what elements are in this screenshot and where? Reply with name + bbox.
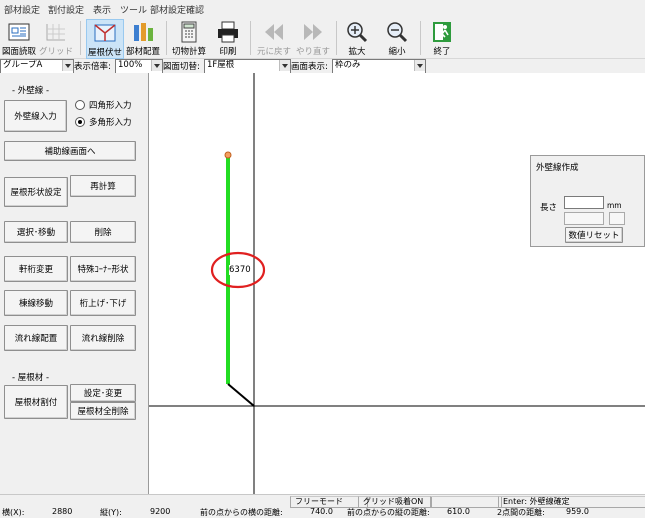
zoom-out-icon <box>387 22 408 43</box>
menu-member-check[interactable]: 部材設定確認 <box>150 3 204 16</box>
toolbar-separator <box>250 21 251 55</box>
redo-icon <box>304 24 322 40</box>
toolbar: 図面読取 グリッド 屋根伏せ 部材配置 切物計算 印刷 元に戻す やり直す 拡大… <box>0 17 645 59</box>
printer-icon <box>218 21 238 43</box>
rubber-band-line <box>227 383 255 407</box>
dx-value: 740.0 <box>310 507 333 516</box>
special-corner-button[interactable]: 特殊ｺｰﾅｰ形状 <box>70 256 136 282</box>
toolbar-separator <box>336 21 337 55</box>
zoom-in-icon <box>347 22 368 43</box>
grid-icon <box>46 24 65 41</box>
roof-material-title: - 屋根材 - <box>12 373 50 383</box>
value-reset-button[interactable]: 数値リセット <box>565 227 623 243</box>
member-placement-icon <box>134 23 153 41</box>
chevron-down-icon <box>279 60 290 71</box>
secondary-input[interactable] <box>564 212 604 225</box>
flow-line-delete-button[interactable]: 流れ線削除 <box>70 325 136 351</box>
x-label: 横(X): <box>2 508 25 517</box>
toolbar-separator <box>166 21 167 55</box>
left-panel: - 外壁線 - 外壁線入力 四角形入力 多角形入力 補助線画面へ 屋根形状設定 … <box>0 73 148 494</box>
toolbar-separator <box>80 21 81 55</box>
distance-value: 959.0 <box>566 507 589 516</box>
secondary-input-small[interactable] <box>609 212 625 225</box>
chevron-down-icon <box>151 60 162 71</box>
cut-calc-button[interactable]: 切物計算 <box>170 19 208 57</box>
drawing-canvas[interactable]: 6370 <box>148 73 645 494</box>
eave-change-button[interactable]: 軒桁変更 <box>4 256 68 282</box>
toolbar-separator <box>420 21 421 55</box>
display-label: 画面表示: <box>291 62 328 72</box>
radio-rect-input[interactable]: 四角形入力 <box>75 99 132 111</box>
wall-input-button[interactable]: 外壁線入力 <box>4 100 67 132</box>
zoom-out-button[interactable]: 縮小 <box>380 19 414 57</box>
roof-shape-settings-button[interactable]: 屋根形状設定 <box>4 177 68 207</box>
aux-line-screen-button[interactable]: 補助線画面へ <box>4 141 136 161</box>
undo-icon <box>265 24 283 40</box>
beam-raise-lower-button[interactable]: 桁上げ･下げ <box>70 290 136 316</box>
chevron-down-icon <box>414 60 425 71</box>
x-value: 2880 <box>52 507 73 516</box>
print-button[interactable]: 印刷 <box>212 19 244 57</box>
cut-calc-icon <box>181 21 197 43</box>
redo-button[interactable]: やり直す <box>294 19 332 57</box>
menu-bar: 部材設定 割付設定 表示 ツール 部材設定確認 <box>0 0 645 17</box>
display-select[interactable]: 枠のみ <box>332 59 426 74</box>
dy-label: 前の点からの縦の距離: <box>347 508 430 517</box>
scale-label: 表示倍率: <box>74 62 111 72</box>
delete-button[interactable]: 削除 <box>70 221 136 243</box>
exit-button[interactable]: 終了 <box>426 19 458 57</box>
drawing-svg <box>149 73 645 494</box>
chevron-down-icon <box>62 60 73 71</box>
length-label: 長さ <box>540 203 558 213</box>
drawing-read-icon <box>8 23 30 41</box>
select-move-button[interactable]: 選択･移動 <box>4 221 68 243</box>
recalculate-button[interactable]: 再計算 <box>70 175 136 197</box>
status-bar: フリーモード グリッド吸着ON Enter: 外壁線確定 横(X): 2880 … <box>0 494 645 517</box>
menu-view[interactable]: 表示 <box>93 3 111 16</box>
menu-allocation-settings[interactable]: 割付設定 <box>48 3 84 16</box>
start-point-marker[interactable] <box>224 151 232 159</box>
y-label: 縦(Y): <box>100 508 122 517</box>
unit-label: mm <box>607 201 622 210</box>
zoom-in-button[interactable]: 拡大 <box>340 19 374 57</box>
dx-label: 前の点からの横の距離: <box>200 508 283 517</box>
exit-icon <box>433 22 451 42</box>
scale-select[interactable]: 100% <box>115 59 163 74</box>
outer-wall-dialog: 外壁線作成 長さ mm 数値リセット <box>530 155 645 247</box>
ridge-move-button[interactable]: 棟線移動 <box>4 290 68 316</box>
roof-plan-icon <box>94 24 116 42</box>
group-select[interactable]: グループA <box>0 59 74 74</box>
dialog-title: 外壁線作成 <box>536 163 579 173</box>
menu-member-settings[interactable]: 部材設定 <box>4 3 40 16</box>
grid-button[interactable]: グリッド <box>39 19 73 57</box>
roof-material-allocate-button[interactable]: 屋根材割付 <box>4 385 68 419</box>
y-value: 9200 <box>150 507 171 516</box>
combo-row: グループA 表示倍率: 100% 図面切替: 1F屋根 画面表示: 枠のみ <box>0 59 645 74</box>
drawing-read-button[interactable]: 図面読取 <box>0 19 38 57</box>
setting-change-button[interactable]: 設定･変更 <box>70 384 136 402</box>
radio-poly-input[interactable]: 多角形入力 <box>75 116 132 128</box>
distance-label: 2点間の距離: <box>497 508 545 517</box>
dimension-label: 6370 <box>229 265 251 275</box>
roof-plan-button[interactable]: 屋根伏せ <box>86 19 124 59</box>
drawing-switch-label: 図面切替: <box>163 62 200 72</box>
length-input[interactable] <box>564 196 604 209</box>
radio-icon <box>75 100 85 110</box>
flow-line-place-button[interactable]: 流れ線配置 <box>4 325 68 351</box>
drawing-select[interactable]: 1F屋根 <box>204 59 291 74</box>
wall-group-title: - 外壁線 - <box>12 86 50 96</box>
roof-material-delete-all-button[interactable]: 屋根材全削除 <box>70 402 136 420</box>
menu-tools[interactable]: ツール <box>120 3 147 16</box>
dy-value: 610.0 <box>447 507 470 516</box>
undo-button[interactable]: 元に戻す <box>255 19 293 57</box>
member-placement-button[interactable]: 部材配置 <box>124 19 162 57</box>
radio-checked-icon <box>75 117 85 127</box>
